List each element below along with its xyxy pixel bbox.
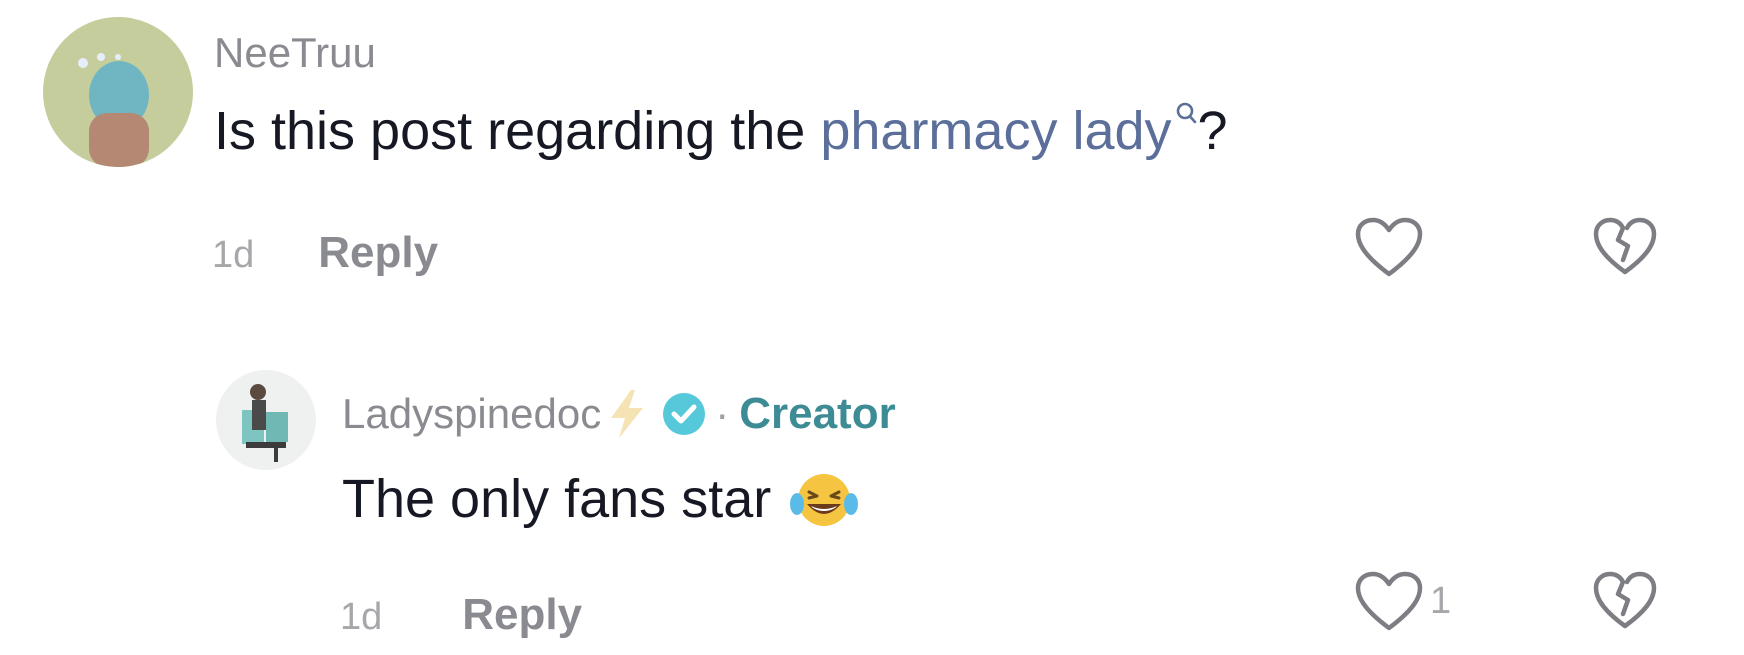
comment-text: The only fans star: [342, 470, 859, 528]
comment-time: 1d: [212, 234, 255, 276]
comment-meta: 1d Reply: [212, 228, 438, 278]
heart-icon: [1355, 571, 1423, 631]
comment-username[interactable]: NeeTruu: [214, 32, 376, 74]
avatar-image: [216, 370, 316, 470]
reply-button[interactable]: Reply: [318, 228, 438, 278]
reply-comment-item: Ladyspinedoc · Creator The only fans sta…: [0, 300, 1744, 655]
lightning-icon: [605, 388, 649, 440]
avatar[interactable]: [216, 370, 316, 470]
like-button[interactable]: 1: [1352, 568, 1451, 634]
comment-username[interactable]: Ladyspinedoc: [342, 393, 601, 435]
broken-heart-icon: [1593, 217, 1657, 275]
search-icon[interactable]: [1174, 101, 1198, 127]
dislike-button[interactable]: [1590, 214, 1660, 278]
broken-heart-icon: [1593, 571, 1657, 629]
like-button[interactable]: [1352, 214, 1430, 280]
verified-badge-icon: [661, 391, 707, 437]
reply-button[interactable]: Reply: [462, 590, 582, 640]
comment-meta: 1d Reply: [340, 590, 582, 640]
mention-link[interactable]: pharmacy lady: [820, 101, 1171, 161]
laughing-emoji-icon: [789, 470, 859, 528]
comment-text-body: The only fans star: [342, 469, 772, 529]
comment-item: NeeTruu Is this post regarding the pharm…: [0, 0, 1744, 300]
comment-text: Is this post regarding the pharmacy lady…: [214, 101, 1228, 161]
comment-username-row: Ladyspinedoc · Creator: [342, 388, 896, 440]
like-count: 1: [1430, 579, 1452, 622]
comment-text-suffix: ?: [1197, 101, 1228, 161]
comment-text-prefix: Is this post regarding the: [214, 101, 821, 161]
badge-separator: ·: [715, 390, 730, 437]
avatar[interactable]: [43, 17, 193, 167]
comment-time: 1d: [340, 596, 383, 638]
creator-badge: Creator: [739, 389, 896, 438]
heart-icon: [1355, 217, 1423, 277]
dislike-button[interactable]: [1590, 568, 1660, 632]
avatar-image: [43, 17, 193, 167]
